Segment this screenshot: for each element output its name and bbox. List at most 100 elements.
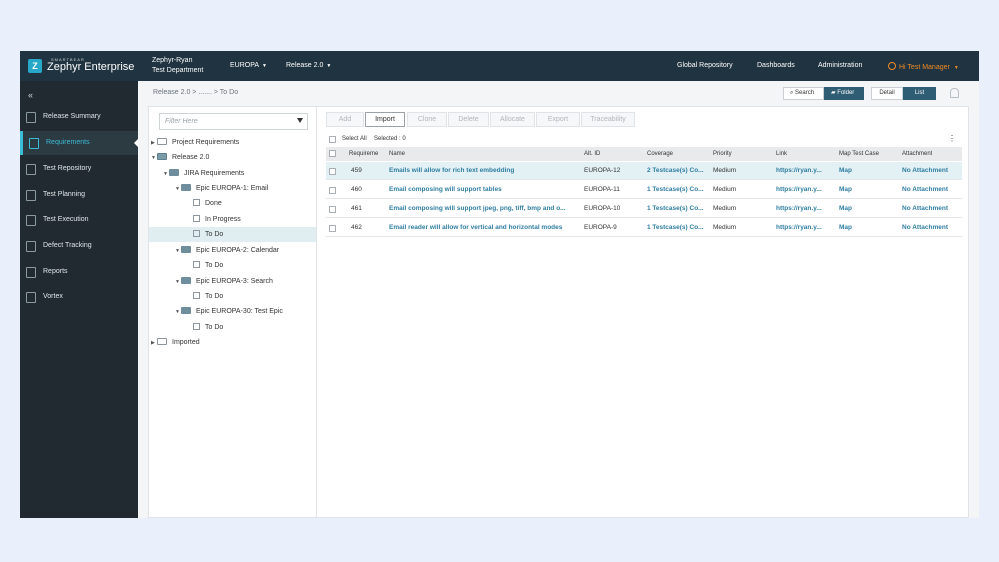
cell-attachment[interactable]: No Attachment	[902, 200, 948, 218]
import-button[interactable]: Import	[365, 112, 405, 127]
tree-node-epic-calendar[interactable]: ▼ Epic EUROPA-2: Calendar	[175, 243, 279, 258]
tree-node-done[interactable]: Done	[193, 196, 222, 211]
row-checkbox[interactable]	[329, 168, 336, 175]
collapse-sidebar-icon[interactable]: «	[28, 90, 33, 100]
column-header-attachment[interactable]: Attachment	[902, 147, 932, 161]
cell-link[interactable]: https://ryan.y...	[776, 181, 822, 199]
cell-coverage[interactable]: 1 Testcase(s) Co...	[647, 200, 704, 218]
cell-link[interactable]: https://ryan.y...	[776, 162, 822, 180]
app-window: Z SMARTBEAR Zephyr Enterprise Zephyr-Rya…	[20, 51, 979, 518]
select-all-label[interactable]: Select All	[342, 133, 367, 145]
filter-icon[interactable]	[297, 118, 303, 123]
row-checkbox[interactable]	[329, 225, 336, 232]
delete-button[interactable]: Delete	[448, 112, 489, 127]
sidebar-item-label: Vortex	[43, 293, 63, 300]
sidebar-item-defect-tracking[interactable]: Defect Tracking	[20, 234, 138, 258]
cell-attachment[interactable]: No Attachment	[902, 219, 948, 237]
search-view-button[interactable]: ⌕ Search	[783, 87, 824, 100]
sidebar-item-vortex[interactable]: Vortex	[20, 285, 138, 309]
sidebar-item-test-execution[interactable]: Test Execution	[20, 208, 138, 232]
sidebar-item-reports[interactable]: Reports	[20, 260, 138, 284]
header-checkbox[interactable]	[329, 150, 336, 157]
cell-coverage[interactable]: 2 Testcase(s) Co...	[647, 162, 704, 180]
cell-attachment[interactable]: No Attachment	[902, 181, 948, 199]
main-content: Release 2.0 > ....... > To Do ⌕ Search ▰…	[138, 81, 979, 518]
top-bar: Z SMARTBEAR Zephyr Enterprise Zephyr-Rya…	[20, 51, 979, 81]
cell-map[interactable]: Map	[839, 181, 852, 199]
tree-node-epic-test-epic[interactable]: ▼ Epic EUROPA-30: Test Epic	[175, 304, 283, 319]
table-header: Requireme Name Alt. ID Coverage Priority…	[326, 147, 962, 161]
table-row[interactable]: 459 Emails will allow for rich text embe…	[326, 162, 962, 180]
column-header-requirement-id[interactable]: Requireme	[349, 147, 385, 161]
tree-node-in-progress[interactable]: In Progress	[193, 212, 241, 227]
jira-folder-icon	[169, 169, 179, 176]
cell-coverage[interactable]: 1 Testcase(s) Co...	[647, 219, 704, 237]
cell-attachment[interactable]: No Attachment	[902, 162, 948, 180]
tree-node-to-do[interactable]: To Do	[193, 289, 223, 304]
add-button[interactable]: Add	[326, 112, 364, 127]
cell-map[interactable]: Map	[839, 219, 852, 237]
chevron-down-icon: ▼	[326, 63, 332, 69]
tree-node-jira-requirements[interactable]: ▼ JIRA Requirements	[163, 166, 244, 181]
cell-coverage[interactable]: 1 Testcase(s) Co...	[647, 181, 704, 199]
project-dropdown[interactable]: EUROPA ▼	[230, 62, 267, 69]
more-options-icon[interactable]: ⋮	[948, 133, 956, 145]
logo-icon: Z	[28, 59, 42, 73]
clone-button[interactable]: Clone	[407, 112, 447, 127]
cell-requirement-id: 459	[351, 167, 362, 174]
column-header-name[interactable]: Name	[389, 147, 405, 161]
tree-node-to-do-selected[interactable]: To Do	[149, 227, 316, 242]
column-header-coverage[interactable]: Coverage	[647, 147, 673, 161]
breadcrumb[interactable]: Release 2.0 > ....... > To Do	[153, 89, 238, 96]
tree-node-to-do[interactable]: To Do	[193, 320, 223, 335]
cell-name[interactable]: Email reader will allow for vertical and…	[389, 219, 577, 237]
detail-view-button[interactable]: Detail	[871, 87, 903, 100]
column-header-alt-id[interactable]: Alt. ID	[584, 147, 600, 161]
row-checkbox[interactable]	[329, 206, 336, 213]
cell-map[interactable]: Map	[839, 162, 852, 180]
table-row[interactable]: 461 Email composing will support jpeg, p…	[326, 200, 962, 218]
bell-icon[interactable]	[950, 88, 959, 98]
cell-name[interactable]: Email composing will support tables	[389, 181, 577, 199]
zephyr-logo[interactable]: Z SMARTBEAR Zephyr Enterprise	[28, 57, 142, 77]
nav-administration[interactable]: Administration	[818, 62, 862, 69]
tree-node-epic-search[interactable]: ▼ Epic EUROPA-3: Search	[175, 274, 273, 289]
column-header-map-test-case[interactable]: Map Test Case	[839, 147, 879, 161]
column-header-link[interactable]: Link	[776, 147, 787, 161]
cell-alt-id: EUROPA-9	[584, 224, 617, 231]
cell-priority: Medium	[713, 224, 737, 231]
tree-node-release[interactable]: ▼ Release 2.0	[151, 150, 209, 165]
sidebar-item-requirements[interactable]: Requirements	[20, 131, 138, 155]
cell-link[interactable]: https://ryan.y...	[776, 200, 822, 218]
tree-node-to-do[interactable]: To Do	[193, 258, 223, 273]
list-view-button[interactable]: List	[903, 87, 936, 100]
tree-node-label: Project Requirements	[172, 139, 240, 146]
cell-name[interactable]: Email composing will support jpeg, png, …	[389, 200, 577, 218]
export-button[interactable]: Export	[536, 112, 580, 127]
cell-link[interactable]: https://ryan.y...	[776, 219, 822, 237]
table-row[interactable]: 460 Email composing will support tables …	[326, 181, 962, 199]
user-menu[interactable]: Hi Test Manager ▼	[888, 62, 959, 71]
allocate-button[interactable]: Allocate	[490, 112, 535, 127]
tree-node-project-requirements[interactable]: ▶ Project Requirements	[151, 135, 239, 150]
cell-map[interactable]: Map	[839, 200, 852, 218]
tree-node-epic-email[interactable]: ▼ Epic EUROPA-1: Email	[175, 181, 268, 196]
select-all-checkbox[interactable]	[329, 136, 336, 143]
sidebar-item-label: Test Repository	[43, 165, 92, 172]
sidebar-item-test-planning[interactable]: Test Planning	[20, 183, 138, 207]
nav-dashboards[interactable]: Dashboards	[757, 62, 795, 69]
sidebar-item-test-repository[interactable]: Test Repository	[20, 157, 138, 181]
table-row[interactable]: 462 Email reader will allow for vertical…	[326, 219, 962, 237]
cell-name[interactable]: Emails will allow for rich text embeddin…	[389, 162, 577, 180]
sidebar-item-release-summary[interactable]: Release Summary	[20, 105, 138, 129]
release-dropdown[interactable]: Release 2.0 ▼	[286, 62, 331, 69]
column-header-priority[interactable]: Priority	[713, 147, 732, 161]
nav-global-repository[interactable]: Global Repository	[677, 62, 733, 69]
sidebar-item-label: Reports	[43, 268, 68, 275]
folder-tree: Filter Here ▶ Project Requirements ▼ Relea…	[149, 107, 317, 518]
traceability-button[interactable]: Traceability	[581, 112, 635, 127]
tree-filter-input[interactable]: Filter Here	[159, 113, 308, 130]
row-checkbox[interactable]	[329, 187, 336, 194]
tree-node-imported[interactable]: ▶ Imported	[151, 335, 200, 350]
folder-view-button[interactable]: ▰ Folder	[824, 87, 864, 100]
